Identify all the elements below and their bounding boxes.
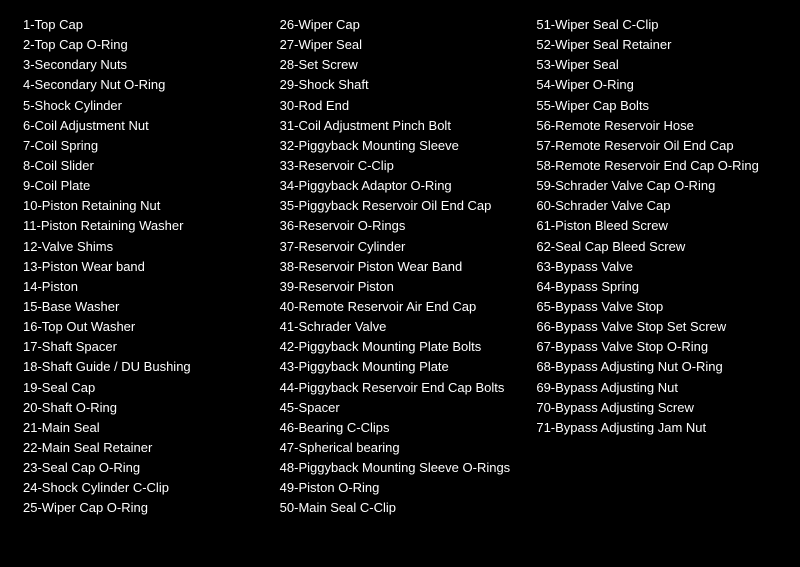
list-item: 63-Bypass Valve [536, 257, 777, 277]
list-item: 26-Wiper Cap [280, 15, 521, 35]
list-item: 24-Shock Cylinder C-Clip [23, 478, 264, 498]
parts-list: 1-Top Cap2-Top Cap O-Ring3-Secondary Nut… [15, 10, 785, 524]
list-item: 69-Bypass Adjusting Nut [536, 378, 777, 398]
list-item: 10-Piston Retaining Nut [23, 196, 264, 216]
list-item: 43-Piggyback Mounting Plate [280, 357, 521, 377]
list-item: 59-Schrader Valve Cap O-Ring [536, 176, 777, 196]
list-item: 37-Reservoir Cylinder [280, 237, 521, 257]
column-3: 51-Wiper Seal C-Clip52-Wiper Seal Retain… [528, 10, 785, 524]
list-item: 56-Remote Reservoir Hose [536, 116, 777, 136]
list-item: 2-Top Cap O-Ring [23, 35, 264, 55]
list-item: 44-Piggyback Reservoir End Cap Bolts [280, 378, 521, 398]
list-item: 6-Coil Adjustment Nut [23, 116, 264, 136]
column-2: 26-Wiper Cap27-Wiper Seal28-Set Screw29-… [272, 10, 529, 524]
list-item: 65-Bypass Valve Stop [536, 297, 777, 317]
list-item: 58-Remote Reservoir End Cap O-Ring [536, 156, 777, 176]
list-item: 18-Shaft Guide / DU Bushing [23, 357, 264, 377]
list-item: 54-Wiper O-Ring [536, 75, 777, 95]
list-item: 9-Coil Plate [23, 176, 264, 196]
list-item: 14-Piston [23, 277, 264, 297]
list-item: 52-Wiper Seal Retainer [536, 35, 777, 55]
list-item: 16-Top Out Washer [23, 317, 264, 337]
list-item: 64-Bypass Spring [536, 277, 777, 297]
list-item: 35-Piggyback Reservoir Oil End Cap [280, 196, 521, 216]
list-item: 39-Reservoir Piston [280, 277, 521, 297]
list-item: 46-Bearing C-Clips [280, 418, 521, 438]
list-item: 53-Wiper Seal [536, 55, 777, 75]
list-item: 62-Seal Cap Bleed Screw [536, 237, 777, 257]
list-item: 70-Bypass Adjusting Screw [536, 398, 777, 418]
list-item: 57-Remote Reservoir Oil End Cap [536, 136, 777, 156]
list-item: 48-Piggyback Mounting Sleeve O-Rings [280, 458, 521, 478]
list-item: 32-Piggyback Mounting Sleeve [280, 136, 521, 156]
list-item: 7-Coil Spring [23, 136, 264, 156]
list-item: 40-Remote Reservoir Air End Cap [280, 297, 521, 317]
list-item: 34-Piggyback Adaptor O-Ring [280, 176, 521, 196]
list-item: 29-Shock Shaft [280, 75, 521, 95]
list-item: 61-Piston Bleed Screw [536, 216, 777, 236]
list-item: 66-Bypass Valve Stop Set Screw [536, 317, 777, 337]
list-item: 5-Shock Cylinder [23, 96, 264, 116]
list-item: 36-Reservoir O-Rings [280, 216, 521, 236]
list-item: 13-Piston Wear band [23, 257, 264, 277]
list-item: 50-Main Seal C-Clip [280, 498, 521, 518]
list-item: 51-Wiper Seal C-Clip [536, 15, 777, 35]
list-item: 30-Rod End [280, 96, 521, 116]
list-item: 3-Secondary Nuts [23, 55, 264, 75]
list-item: 19-Seal Cap [23, 378, 264, 398]
list-item: 27-Wiper Seal [280, 35, 521, 55]
list-item: 28-Set Screw [280, 55, 521, 75]
list-item: 8-Coil Slider [23, 156, 264, 176]
list-item: 12-Valve Shims [23, 237, 264, 257]
list-item: 71-Bypass Adjusting Jam Nut [536, 418, 777, 438]
list-item: 55-Wiper Cap Bolts [536, 96, 777, 116]
list-item: 21-Main Seal [23, 418, 264, 438]
list-item: 11-Piston Retaining Washer [23, 216, 264, 236]
column-1: 1-Top Cap2-Top Cap O-Ring3-Secondary Nut… [15, 10, 272, 524]
list-item: 41-Schrader Valve [280, 317, 521, 337]
list-item: 38-Reservoir Piston Wear Band [280, 257, 521, 277]
list-item: 15-Base Washer [23, 297, 264, 317]
list-item: 47-Spherical bearing [280, 438, 521, 458]
list-item: 22-Main Seal Retainer [23, 438, 264, 458]
list-item: 45-Spacer [280, 398, 521, 418]
list-item: 1-Top Cap [23, 15, 264, 35]
list-item: 49-Piston O-Ring [280, 478, 521, 498]
list-item: 17-Shaft Spacer [23, 337, 264, 357]
list-item: 20-Shaft O-Ring [23, 398, 264, 418]
list-item: 68-Bypass Adjusting Nut O-Ring [536, 357, 777, 377]
list-item: 42-Piggyback Mounting Plate Bolts [280, 337, 521, 357]
list-item: 25-Wiper Cap O-Ring [23, 498, 264, 518]
list-item: 60-Schrader Valve Cap [536, 196, 777, 216]
list-item: 33-Reservoir C-Clip [280, 156, 521, 176]
list-item: 67-Bypass Valve Stop O-Ring [536, 337, 777, 357]
list-item: 23-Seal Cap O-Ring [23, 458, 264, 478]
list-item: 31-Coil Adjustment Pinch Bolt [280, 116, 521, 136]
list-item: 4-Secondary Nut O-Ring [23, 75, 264, 95]
